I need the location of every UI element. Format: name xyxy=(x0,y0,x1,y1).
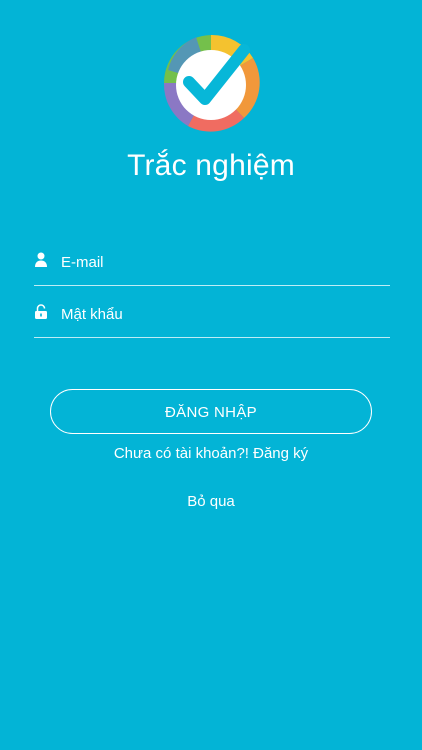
user-icon xyxy=(35,252,47,267)
email-field[interactable] xyxy=(34,249,390,286)
quiz-check-logo xyxy=(163,34,260,132)
register-link[interactable]: Chưa có tài khoản?! Đăng ký xyxy=(0,443,422,465)
password-input[interactable] xyxy=(61,301,381,327)
app-title: Trắc nghiệm xyxy=(127,149,295,182)
password-field[interactable] xyxy=(34,301,390,338)
lock-icon xyxy=(35,304,47,319)
login-screen: Trắc nghiệm ĐĂNG NHẬP Chưa có tài khoản?… xyxy=(0,0,422,750)
skip-link[interactable]: Bỏ qua xyxy=(0,491,422,513)
login-button[interactable]: ĐĂNG NHẬP xyxy=(50,389,372,434)
email-input[interactable] xyxy=(61,249,381,275)
